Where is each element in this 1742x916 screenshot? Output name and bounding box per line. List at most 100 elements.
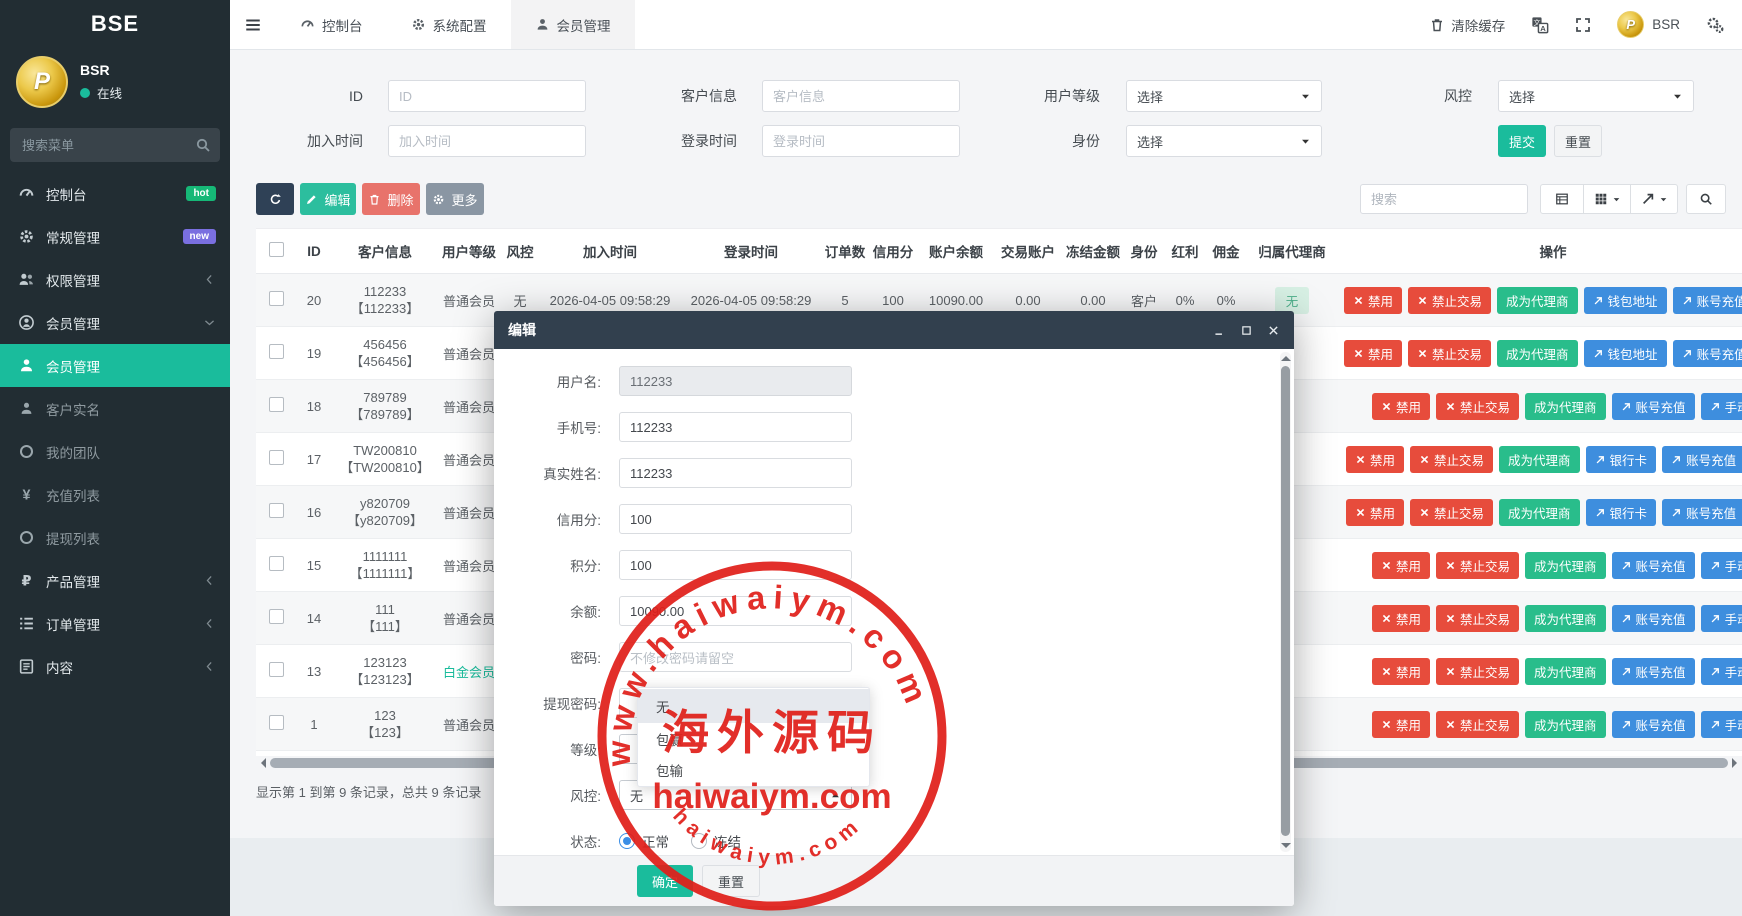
- filter-join-time-input[interactable]: [388, 125, 586, 157]
- modal-scrollbar-thumb[interactable]: [1281, 366, 1290, 836]
- menu-search-input[interactable]: [10, 128, 220, 162]
- action-禁止交易-button[interactable]: 禁止交易: [1436, 393, 1519, 420]
- action-账号充值-button[interactable]: 账号充值: [1673, 340, 1742, 367]
- action-禁止交易-button[interactable]: 禁止交易: [1436, 711, 1519, 738]
- filter-risk-select[interactable]: 选择: [1498, 80, 1694, 112]
- refresh-button[interactable]: [256, 183, 294, 215]
- action-禁用-button[interactable]: 禁用: [1372, 605, 1430, 632]
- scroll-right-icon[interactable]: [1732, 758, 1742, 768]
- modal-真实姓名-input[interactable]: 112233: [619, 458, 852, 488]
- action-账号充值-button[interactable]: 账号充值: [1673, 287, 1742, 314]
- language-button[interactable]: 文A: [1531, 16, 1549, 34]
- dropdown-option-包赢[interactable]: 包赢: [638, 723, 869, 754]
- sidebar-item-权限管理[interactable]: 权限管理: [0, 258, 230, 301]
- fullscreen-button[interactable]: [1575, 17, 1591, 33]
- action-账号充值-button[interactable]: 账号充值: [1612, 605, 1695, 632]
- action-银行卡-button[interactable]: 银行卡: [1586, 499, 1657, 526]
- select-all-checkbox[interactable]: [269, 242, 284, 257]
- tab-会员管理[interactable]: 会员管理: [511, 0, 635, 49]
- sidebar-item-会员管理[interactable]: 会员管理: [0, 344, 230, 387]
- action-成为代理商-button[interactable]: 成为代理商: [1525, 711, 1606, 738]
- action-钱包地址-button[interactable]: 钱包地址: [1584, 287, 1667, 314]
- minimize-icon[interactable]: [1213, 324, 1226, 337]
- detail-view-button[interactable]: [1540, 184, 1584, 214]
- action-禁止交易-button[interactable]: 禁止交易: [1436, 658, 1519, 685]
- action-成为代理商-button[interactable]: 成为代理商: [1525, 658, 1606, 685]
- row-checkbox[interactable]: [269, 662, 284, 677]
- action-禁用-button[interactable]: 禁用: [1372, 658, 1430, 685]
- sidebar-item-订单管理[interactable]: 订单管理: [0, 602, 230, 645]
- search-button[interactable]: [1686, 184, 1726, 214]
- action-账号充值-button[interactable]: 账号充值: [1662, 499, 1742, 526]
- row-checkbox[interactable]: [269, 450, 284, 465]
- action-成为代理商-button[interactable]: 成为代理商: [1499, 499, 1580, 526]
- action-禁用-button[interactable]: 禁用: [1346, 499, 1404, 526]
- dropdown-option-无[interactable]: 无: [638, 689, 869, 723]
- confirm-button[interactable]: 确定: [637, 865, 693, 897]
- row-checkbox[interactable]: [269, 715, 284, 730]
- action-禁用-button[interactable]: 禁用: [1344, 340, 1402, 367]
- radio-正常[interactable]: 正常: [619, 831, 669, 851]
- action-账号充值-button[interactable]: 账号充值: [1612, 658, 1695, 685]
- action-成为代理商-button[interactable]: 成为代理商: [1499, 446, 1580, 473]
- action-账号充值-button[interactable]: 账号充值: [1662, 446, 1742, 473]
- sidebar-item-我的团队[interactable]: 我的团队: [0, 430, 230, 473]
- modal-手机号-input[interactable]: 112233: [619, 412, 852, 442]
- more-button[interactable]: 更多: [426, 183, 484, 215]
- action-账号充值-button[interactable]: 账号充值: [1612, 711, 1695, 738]
- action-成为代理商-button[interactable]: 成为代理商: [1497, 287, 1578, 314]
- filter-customer-input[interactable]: [762, 80, 960, 112]
- action-手动扣款-button[interactable]: 手动扣款: [1701, 393, 1742, 420]
- action-禁止交易-button[interactable]: 禁止交易: [1410, 499, 1493, 526]
- action-手动扣款-button[interactable]: 手动扣款: [1701, 552, 1742, 579]
- filter-login-time-input[interactable]: [762, 125, 960, 157]
- tab-控制台[interactable]: 控制台: [276, 0, 387, 49]
- sidebar-item-客户实名[interactable]: 客户实名: [0, 387, 230, 430]
- action-禁止交易-button[interactable]: 禁止交易: [1410, 446, 1493, 473]
- modal-密码-input[interactable]: 不修改密码请留空: [619, 642, 852, 672]
- sidebar-item-会员管理[interactable]: 会员管理: [0, 301, 230, 344]
- sidebar-item-控制台[interactable]: 控制台hot: [0, 172, 230, 215]
- sidebar-item-提现列表[interactable]: 提现列表: [0, 516, 230, 559]
- delete-button[interactable]: 删除: [362, 183, 420, 215]
- filter-identity-select[interactable]: 选择: [1126, 125, 1322, 157]
- sidebar-item-产品管理[interactable]: ₽产品管理: [0, 559, 230, 602]
- menu-toggle-button[interactable]: [230, 0, 276, 49]
- action-银行卡-button[interactable]: 银行卡: [1586, 446, 1657, 473]
- filter-reset-button[interactable]: 重置: [1554, 125, 1602, 157]
- row-checkbox[interactable]: [269, 556, 284, 571]
- modal-reset-button[interactable]: 重置: [702, 865, 760, 897]
- sidebar-item-内容[interactable]: 内容: [0, 645, 230, 688]
- scroll-down-icon[interactable]: [1281, 843, 1291, 853]
- export-button[interactable]: [1630, 184, 1678, 214]
- action-成为代理商-button[interactable]: 成为代理商: [1525, 393, 1606, 420]
- modal-header[interactable]: 编辑: [494, 311, 1294, 349]
- action-成为代理商-button[interactable]: 成为代理商: [1497, 340, 1578, 367]
- scroll-left-icon[interactable]: [256, 758, 266, 768]
- dropdown-option-包输[interactable]: 包输: [638, 754, 869, 785]
- row-checkbox[interactable]: [269, 503, 284, 518]
- modal-余额-input[interactable]: 10090.00: [619, 596, 852, 626]
- action-禁用-button[interactable]: 禁用: [1346, 446, 1404, 473]
- sidebar-item-充值列表[interactable]: ¥充值列表: [0, 473, 230, 516]
- action-禁用-button[interactable]: 禁用: [1372, 393, 1430, 420]
- modal-信用分-input[interactable]: 100: [619, 504, 852, 534]
- edit-button[interactable]: 编辑: [300, 183, 356, 215]
- action-禁用-button[interactable]: 禁用: [1372, 711, 1430, 738]
- action-手动扣款-button[interactable]: 手动扣款: [1701, 711, 1742, 738]
- close-icon[interactable]: [1267, 324, 1280, 337]
- radio-冻结[interactable]: 冻结: [691, 831, 741, 851]
- action-手动扣款-button[interactable]: 手动扣款: [1701, 658, 1742, 685]
- action-账号充值-button[interactable]: 账号充值: [1612, 393, 1695, 420]
- action-成为代理商-button[interactable]: 成为代理商: [1525, 605, 1606, 632]
- navbar-user[interactable]: PBSR: [1617, 11, 1680, 38]
- row-checkbox[interactable]: [269, 397, 284, 412]
- table-search-input[interactable]: [1360, 184, 1528, 214]
- tab-系统配置[interactable]: 系统配置: [387, 0, 511, 49]
- action-手动扣款-button[interactable]: 手动扣款: [1701, 605, 1742, 632]
- action-禁止交易-button[interactable]: 禁止交易: [1436, 552, 1519, 579]
- row-checkbox[interactable]: [269, 291, 284, 306]
- action-账号充值-button[interactable]: 账号充值: [1612, 552, 1695, 579]
- maximize-icon[interactable]: [1240, 324, 1253, 337]
- sidebar-item-常规管理[interactable]: 常规管理new: [0, 215, 230, 258]
